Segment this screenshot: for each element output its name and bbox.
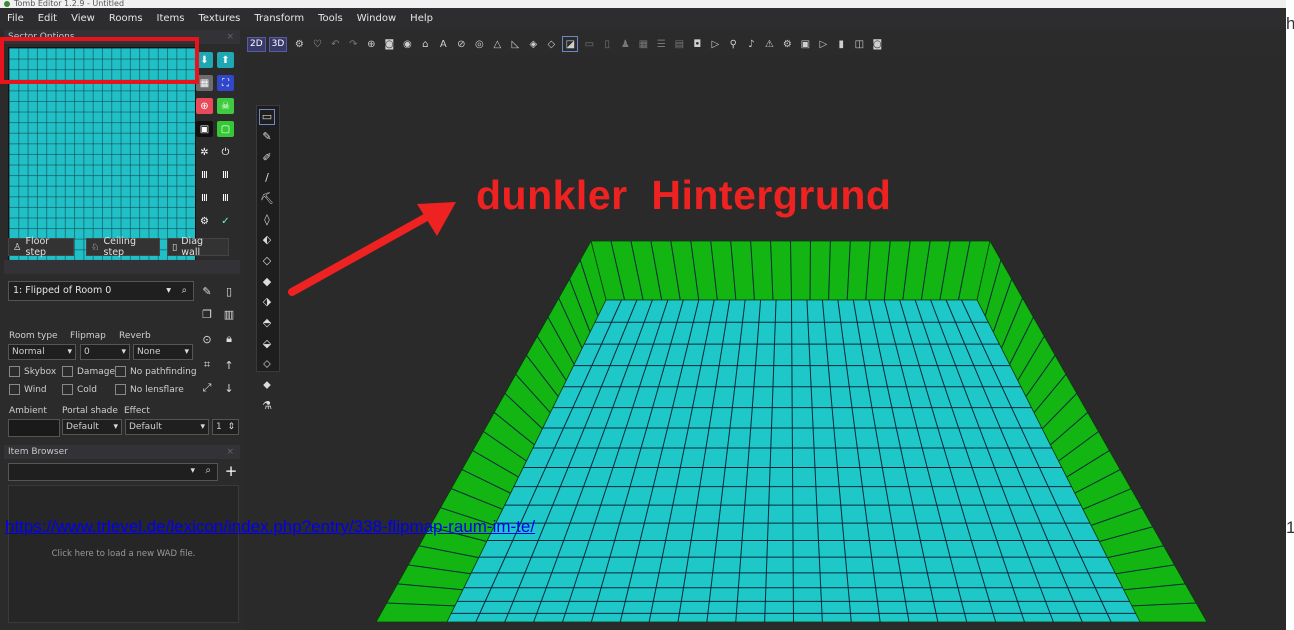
edge-letter-bottom: 1 [1286,518,1294,537]
arrow-shaft [288,210,436,296]
annotation-text: dunkler Hintergrund [476,172,892,218]
source-link[interactable]: https://www.trlevel.de/lexicon/index.php… [5,517,535,537]
highlight-box [0,37,199,84]
edge-letter-top: h [1286,14,1294,33]
annotation-arrow [288,202,456,296]
room-geometry [375,239,1208,623]
